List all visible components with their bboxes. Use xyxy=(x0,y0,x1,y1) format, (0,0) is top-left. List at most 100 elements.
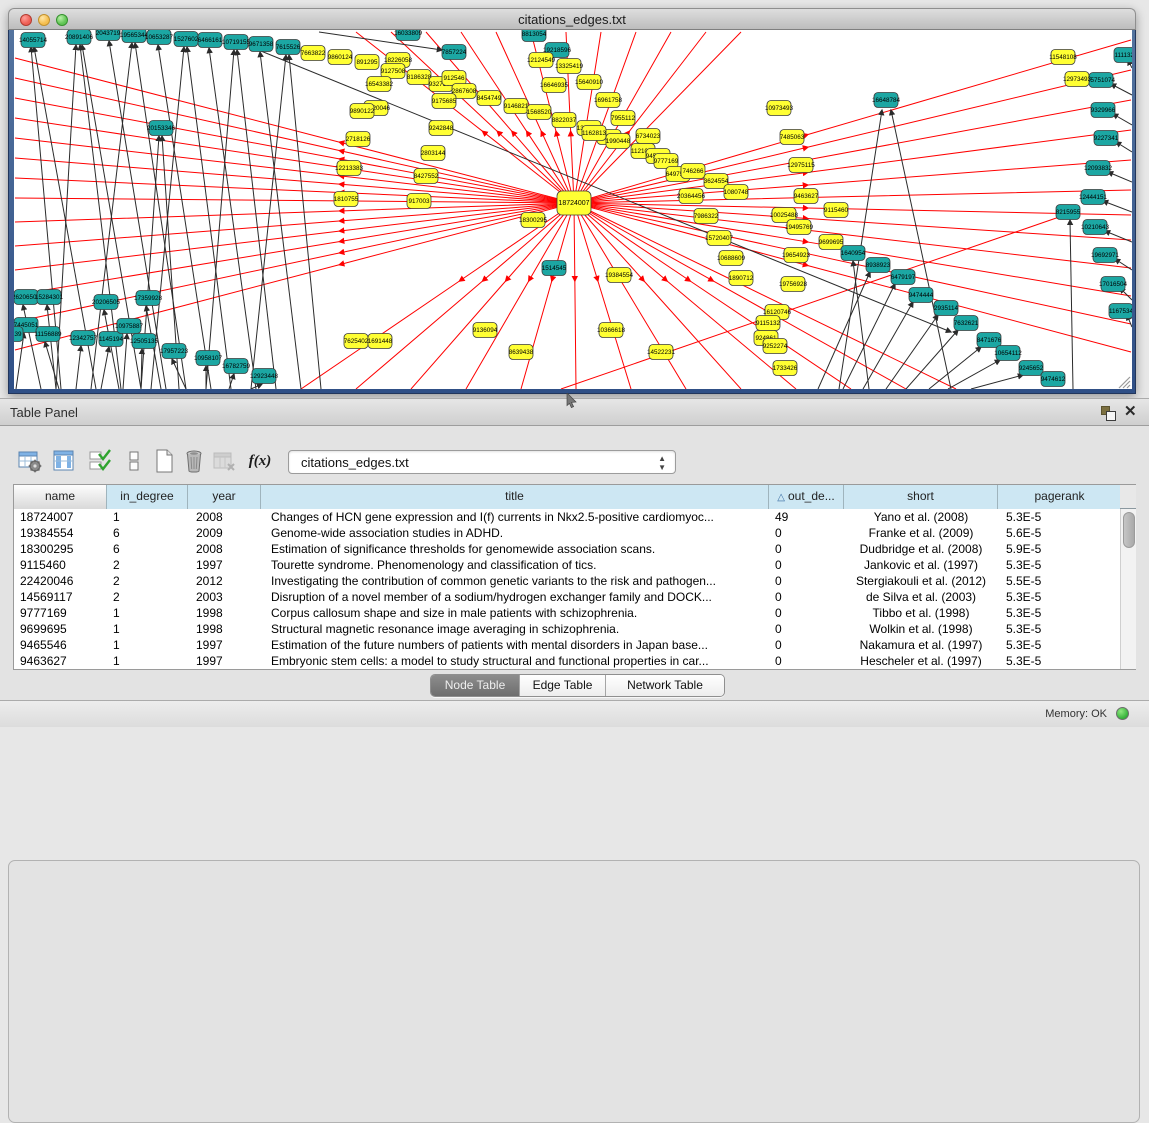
network-node[interactable]: 1527602 xyxy=(174,32,199,47)
network-node[interactable]: 2935114 xyxy=(934,301,959,316)
network-node[interactable]: 7625402 xyxy=(344,334,369,349)
network-node[interactable]: 2803144 xyxy=(421,146,446,161)
memory-ok-indicator-icon[interactable] xyxy=(1116,707,1129,720)
network-node[interactable]: 891295 xyxy=(355,55,379,70)
network-node[interactable]: 7986322 xyxy=(694,209,719,224)
network-node[interactable]: 11548108 xyxy=(1049,50,1077,65)
network-node[interactable]: 19384554 xyxy=(605,268,634,283)
network-node[interactable]: 9245652 xyxy=(1019,361,1044,376)
network-node[interactable]: 10654112 xyxy=(994,346,1022,361)
network-node[interactable]: 7632621 xyxy=(954,316,979,331)
network-node[interactable]: 1111320 xyxy=(1114,48,1132,63)
scrollbar-thumb[interactable] xyxy=(1123,512,1135,548)
network-node[interactable]: 1990448 xyxy=(606,134,631,149)
delete-table-button-disabled[interactable] xyxy=(210,447,238,475)
network-node[interactable]: 9146821 xyxy=(504,99,529,114)
network-node[interactable]: 18300295 xyxy=(519,213,548,228)
network-node[interactable]: 9463627 xyxy=(794,189,819,204)
column-header-short[interactable]: short xyxy=(844,485,998,509)
network-node[interactable]: 17016504 xyxy=(1099,277,1128,292)
table-selector-dropdown[interactable]: citations_edges.txt ▲▼ xyxy=(288,450,676,474)
network-node[interactable]: 12973493 xyxy=(1063,72,1092,87)
network-node[interactable]: 1514545 xyxy=(542,261,567,276)
network-node[interactable]: 16646935 xyxy=(540,78,569,93)
table-row[interactable]: 977716911998Corpus callosum shape and si… xyxy=(14,605,1135,621)
network-node[interactable]: 15720407 xyxy=(705,231,734,246)
network-node[interactable]: 1733426 xyxy=(773,361,798,376)
network-node[interactable]: 9175685 xyxy=(432,94,457,109)
network-node[interactable]: 19692971 xyxy=(1091,248,1120,263)
network-node[interactable]: 12124549 xyxy=(527,53,556,68)
table-row[interactable]: 1830029562008Estimation of significance … xyxy=(14,541,1135,557)
network-node[interactable]: 16033809 xyxy=(394,30,423,41)
network-node[interactable]: 14055714 xyxy=(19,33,48,48)
network-node[interactable]: 11156889 xyxy=(34,327,62,342)
network-node[interactable]: 9474444 xyxy=(909,288,934,303)
network-node[interactable]: 9474612 xyxy=(1041,372,1066,387)
network-node[interactable]: 1167534 xyxy=(1109,304,1132,319)
network-node[interactable]: 16782759 xyxy=(222,359,251,374)
column-header-name[interactable]: name xyxy=(14,485,107,509)
network-node[interactable]: 8215955 xyxy=(1056,205,1081,220)
vertical-scrollbar[interactable] xyxy=(1120,509,1136,669)
network-node[interactable]: 746266 xyxy=(681,164,705,179)
network-node[interactable]: 9890122 xyxy=(350,104,375,119)
table-row[interactable]: 946554611997Estimation of the future num… xyxy=(14,637,1135,653)
network-node[interactable]: 15751074 xyxy=(1087,73,1116,88)
table-row[interactable]: 1872400712008Changes of HCN gene express… xyxy=(14,509,1135,525)
function-builder-button[interactable]: f(x) xyxy=(246,447,274,475)
table-settings-button[interactable] xyxy=(16,447,44,475)
network-node[interactable]: 10719155 xyxy=(222,35,251,50)
table-row[interactable]: 1456911722003Disruption of a novel membe… xyxy=(14,589,1135,605)
network-node[interactable]: 917003 xyxy=(407,194,431,209)
network-node[interactable]: 15640910 xyxy=(575,75,604,90)
delete-column-button[interactable] xyxy=(180,447,208,475)
tab-node-table[interactable]: Node Table xyxy=(431,675,520,696)
network-node[interactable]: 14522231 xyxy=(647,345,676,360)
network-node[interactable]: 8639438 xyxy=(509,345,534,360)
network-node[interactable]: 939139 xyxy=(14,327,23,342)
network-node[interactable]: 12093832 xyxy=(1084,161,1113,176)
network-node[interactable]: 8938923 xyxy=(866,258,891,273)
column-visibility-button[interactable] xyxy=(50,447,78,475)
network-node[interactable]: 7663822 xyxy=(301,46,326,61)
network-node[interactable]: 15284301 xyxy=(35,290,64,305)
select-rows-button[interactable] xyxy=(86,447,114,475)
network-node[interactable]: 20153346 xyxy=(147,121,176,136)
network-node[interactable]: 19654923 xyxy=(782,248,811,263)
network-node[interactable]: 17957223 xyxy=(160,344,189,359)
network-node[interactable]: 9671358 xyxy=(249,37,274,52)
network-node[interactable]: 12342757 xyxy=(69,331,98,346)
network-node[interactable]: 10688609 xyxy=(717,251,746,266)
network-node[interactable]: 18724007 xyxy=(557,191,591,215)
network-node[interactable]: 10973493 xyxy=(765,101,794,116)
network-node[interactable]: 1162813 xyxy=(582,126,607,141)
network-node[interactable]: 9860124 xyxy=(328,50,353,65)
network-canvas[interactable]: 1405571420891406204371919565344106532871… xyxy=(14,30,1132,389)
network-node[interactable]: 12505135 xyxy=(130,334,159,349)
network-node[interactable]: 7955112 xyxy=(611,111,636,126)
float-panel-icon[interactable] xyxy=(1100,405,1116,421)
table-row[interactable]: 969969511998Structural magnetic resonanc… xyxy=(14,621,1135,637)
network-node[interactable]: 8822037 xyxy=(552,113,577,128)
network-node[interactable]: 20206505 xyxy=(92,295,121,310)
network-node[interactable]: 9252274 xyxy=(763,339,788,354)
network-node[interactable]: 8471676 xyxy=(977,333,1002,348)
network-node[interactable]: 10653287 xyxy=(145,30,174,45)
network-node[interactable]: 19495769 xyxy=(785,220,814,235)
network-node[interactable]: 19756928 xyxy=(779,277,808,292)
table-row[interactable]: 911546021997Tourette syndrome. Phenomeno… xyxy=(14,557,1135,573)
tab-network-table[interactable]: Network Table xyxy=(606,675,724,696)
network-node[interactable]: 2718126 xyxy=(346,132,371,147)
network-node[interactable]: 1691448 xyxy=(368,334,393,349)
network-node[interactable]: 8427552 xyxy=(414,169,439,184)
network-node[interactable]: 10210643 xyxy=(1081,220,1110,235)
column-header-title[interactable]: title xyxy=(261,485,769,509)
network-node[interactable]: 16648784 xyxy=(872,93,901,108)
network-node[interactable]: 6734023 xyxy=(636,129,661,144)
column-header-pagerank[interactable]: pagerank xyxy=(998,485,1122,509)
new-column-button[interactable] xyxy=(150,447,178,475)
column-header-year[interactable]: year xyxy=(188,485,261,509)
network-node[interactable]: 20891406 xyxy=(65,30,94,45)
table-mode-button[interactable] xyxy=(120,447,148,475)
